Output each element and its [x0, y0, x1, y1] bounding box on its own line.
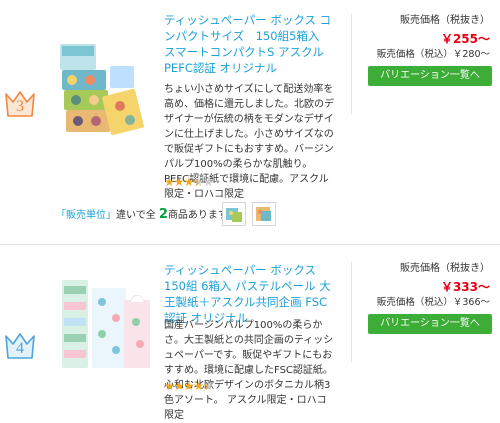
star-full-icon: ★: [193, 379, 204, 393]
variant-info: 「販売単位」違いで全 2商品あります: [56, 208, 228, 223]
variant-thumbnail[interactable]: [252, 202, 276, 226]
star-full-icon: ★: [173, 175, 185, 189]
rank-number: 4: [16, 340, 24, 357]
price-tax-included: 販売価格（税込）￥366～: [376, 297, 490, 308]
rank-badge: 3: [4, 90, 36, 118]
variant-text-before: 違いで全: [116, 210, 156, 221]
variation-list-button[interactable]: バリエーション一覧へ: [368, 66, 492, 86]
rating-stars: ★★★★★★: [164, 175, 214, 189]
product-description: 国産バージンパルプ100%の柔らかさ。大王製紙との共同企画のティッシュペーパーで…: [164, 320, 334, 421]
rank-badge: 4: [4, 332, 36, 360]
variant-thumbnail[interactable]: [222, 202, 246, 226]
price-value: ￥255～: [440, 32, 490, 46]
star-full-icon: ★: [183, 175, 195, 189]
tissue-box-thumb-icon: [256, 207, 271, 221]
rating-stars: ★★★★★★: [164, 379, 214, 393]
product-title-link[interactable]: ティッシュペーパー ボックス 150組 6箱入 パステルペール 大王製紙＋アスク…: [164, 262, 334, 326]
star-full-icon: ★: [164, 379, 175, 393]
product-image[interactable]: [56, 272, 154, 374]
tissue-box-image: [50, 36, 148, 146]
price-tax-included: 販売価格（税込）￥280～: [376, 49, 490, 60]
star-half-icon: ★★: [203, 379, 214, 393]
product-item-rank-3: 3 ティッシュペーパー ボックス コンパクトサイズ 150組5箱入 スマートコン…: [0, 0, 500, 242]
star-half-icon: ★★: [193, 175, 204, 189]
column-divider: [351, 262, 352, 362]
star-empty-icon: ★: [203, 175, 214, 189]
variant-count: 2: [158, 207, 168, 222]
price-block: 販売価格（税抜き） ￥255～ 販売価格（税込）￥280～: [360, 14, 490, 62]
product-item-rank-4: 4 ティッシュペーパー ボックス 150組 6箱入 パステルペール 大王製紙＋ア…: [0, 242, 500, 423]
price-value: ￥333～: [440, 280, 490, 294]
star-full-icon: ★: [164, 175, 175, 189]
rank-number: 3: [16, 98, 24, 115]
price-label: 販売価格（税抜き）: [400, 263, 490, 274]
sales-unit-link[interactable]: 「販売単位」: [56, 210, 116, 221]
price-block: 販売価格（税抜き） ￥333～ 販売価格（税込）￥366～: [360, 262, 490, 310]
variation-list-button[interactable]: バリエーション一覧へ: [368, 314, 492, 334]
product-image[interactable]: [50, 36, 148, 146]
variant-text-after: 商品あります: [167, 210, 228, 221]
product-title-link[interactable]: ティッシュペーパー ボックス コンパクトサイズ 150組5箱入 スマートコンパク…: [164, 12, 334, 76]
price-label: 販売価格（税抜き）: [400, 15, 490, 26]
star-full-icon: ★: [183, 379, 195, 393]
tissue-box-image: [56, 272, 154, 374]
star-full-icon: ★: [173, 379, 185, 393]
tissue-box-thumb-icon: [226, 208, 242, 222]
column-divider: [351, 14, 352, 114]
